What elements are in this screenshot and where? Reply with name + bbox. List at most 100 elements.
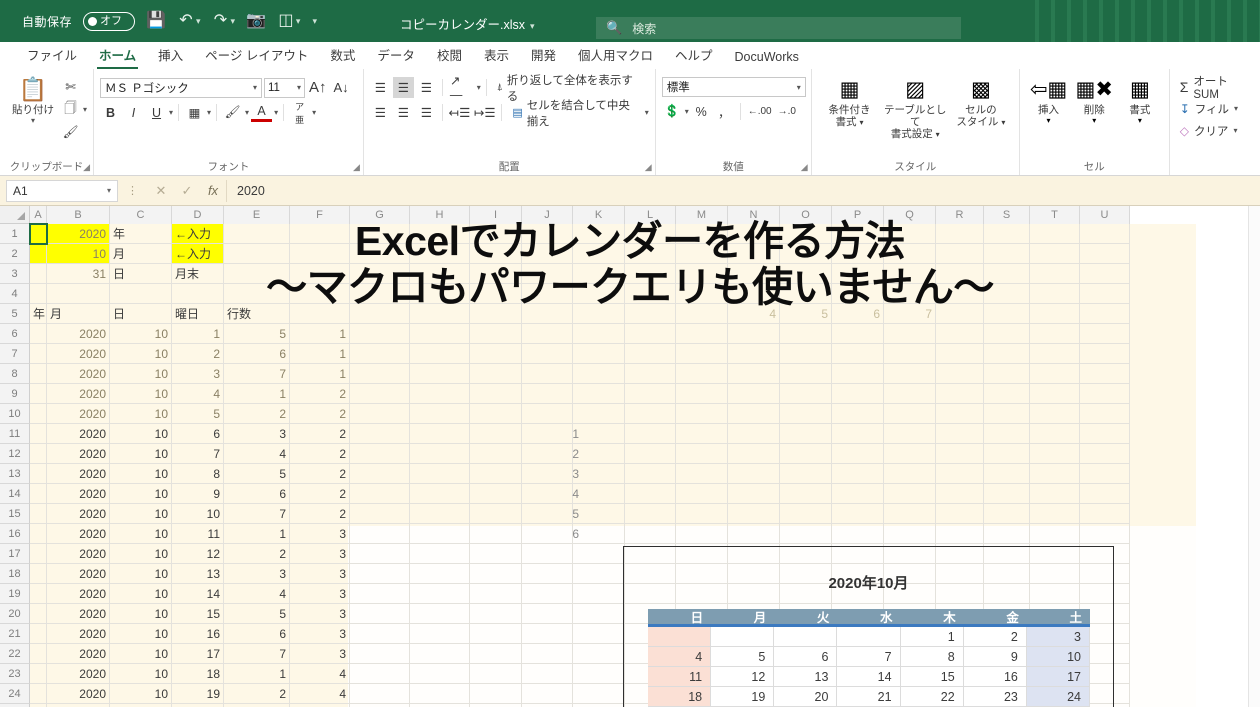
cell-empty[interactable] <box>522 684 573 704</box>
cell-weekday-header-6[interactable]: 6 <box>832 304 884 324</box>
cell-empty[interactable] <box>832 484 884 504</box>
tab-3[interactable]: ページ レイアウト <box>194 45 319 69</box>
cell-empty[interactable] <box>522 264 573 284</box>
cell-empty[interactable] <box>625 404 676 424</box>
calendar-date-cell[interactable]: 14 <box>837 667 901 687</box>
cell-empty[interactable] <box>350 324 410 344</box>
column-header-H[interactable]: H <box>410 206 470 224</box>
cell-empty[interactable] <box>470 324 522 344</box>
cell-empty[interactable] <box>936 444 984 464</box>
cell-year-r21[interactable]: 2020 <box>47 624 110 644</box>
cell-empty[interactable] <box>30 504 47 524</box>
cell-empty[interactable] <box>30 284 47 304</box>
cell-year-r8[interactable]: 2020 <box>47 364 110 384</box>
calendar-date-cell[interactable]: 6 <box>774 647 838 667</box>
clipboard-dialog-launcher[interactable]: ◢ <box>83 162 90 173</box>
cell-empty[interactable] <box>522 404 573 424</box>
cell-empty[interactable] <box>30 484 47 504</box>
format-cells-button[interactable]: ▦ 書式 ▾ <box>1117 76 1163 125</box>
cell-month-r21[interactable]: 10 <box>110 624 172 644</box>
cell-weekday-r11[interactable]: 3 <box>224 424 290 444</box>
align-center-button[interactable]: ☰ <box>393 102 414 123</box>
tab-11[interactable]: DocuWorks <box>724 50 810 69</box>
alignment-dialog-launcher[interactable]: ◢ <box>645 162 652 173</box>
cell-weekday-r22[interactable]: 7 <box>224 644 290 664</box>
cell-day-r13[interactable]: 8 <box>172 464 224 484</box>
cell-empty[interactable] <box>780 284 832 304</box>
search-input[interactable]: 🔍 検索 <box>596 17 961 39</box>
borders-dropdown-icon[interactable]: ▾ <box>207 108 211 117</box>
cell-month-r24[interactable]: 10 <box>110 684 172 704</box>
cell-week-r14[interactable]: 2 <box>290 484 350 504</box>
tab-10[interactable]: ヘルプ <box>664 45 724 69</box>
cell-empty[interactable] <box>30 644 47 664</box>
calendar-date-cell[interactable] <box>711 627 775 647</box>
cell-empty[interactable] <box>884 424 936 444</box>
cell-empty[interactable] <box>350 564 410 584</box>
cell-year-r9[interactable]: 2020 <box>47 384 110 404</box>
cell-week-r17[interactable]: 3 <box>290 544 350 564</box>
cell-week-r15[interactable]: 2 <box>290 504 350 524</box>
cell-empty[interactable] <box>625 304 676 324</box>
calendar-date-cell[interactable]: 16 <box>963 667 1027 687</box>
cell-empty[interactable] <box>1080 304 1130 324</box>
conditional-format-button[interactable]: ▦ 条件付き 書式 ▾ <box>818 76 882 129</box>
cell-year-r20[interactable]: 2020 <box>47 604 110 624</box>
cell-empty[interactable] <box>573 224 625 244</box>
cell-empty[interactable] <box>573 344 625 364</box>
cell-day-r22[interactable]: 17 <box>172 644 224 664</box>
cell-empty[interactable] <box>780 224 832 244</box>
calendar-date-cell[interactable]: 23 <box>963 687 1027 707</box>
indent-decrease-icon[interactable]: ↤☰ <box>448 102 471 123</box>
cell-empty[interactable] <box>936 264 984 284</box>
cell-empty[interactable] <box>350 344 410 364</box>
cell-empty[interactable] <box>410 244 470 264</box>
cell-B1-year-value[interactable]: 2020 <box>47 224 110 244</box>
cell-empty[interactable] <box>936 484 984 504</box>
cell-empty[interactable] <box>522 324 573 344</box>
cell-empty[interactable] <box>224 284 290 304</box>
cell-empty[interactable] <box>573 264 625 284</box>
cell-empty[interactable] <box>30 424 47 444</box>
cell-empty[interactable] <box>573 624 625 644</box>
cell-empty[interactable] <box>410 664 470 684</box>
cell-week-r23[interactable]: 4 <box>290 664 350 684</box>
cell-empty[interactable] <box>1030 344 1080 364</box>
cell-empty[interactable] <box>522 584 573 604</box>
cell-empty[interactable] <box>30 264 47 284</box>
chevron-down-icon[interactable]: ▾ <box>859 118 863 127</box>
cell-empty[interactable] <box>676 304 728 324</box>
cell-empty[interactable] <box>884 504 936 524</box>
cell-empty[interactable] <box>625 344 676 364</box>
cell-empty[interactable] <box>676 384 728 404</box>
calendar-date-cell[interactable]: 13 <box>774 667 838 687</box>
cell-empty[interactable] <box>522 344 573 364</box>
quick-access-more-icon[interactable]: ▾ <box>312 16 317 27</box>
cell-day-r14[interactable]: 9 <box>172 484 224 504</box>
cell-empty[interactable] <box>1030 484 1080 504</box>
number-dialog-launcher[interactable]: ◢ <box>801 162 808 173</box>
worksheet[interactable]: A B C D E F G H I J K L M N O P Q R S T U 1 2 3 4 5 6 7 8 9 10 11 12 13 14… <box>0 206 1260 707</box>
cell-empty[interactable] <box>780 404 832 424</box>
screenshot-icon[interactable]: 📷 <box>246 10 266 32</box>
row-header-14[interactable]: 14 <box>0 484 30 504</box>
cell-empty[interactable] <box>410 564 470 584</box>
cell-empty[interactable] <box>984 404 1030 424</box>
cell-empty[interactable] <box>1030 524 1080 544</box>
cell-empty[interactable] <box>1030 384 1080 404</box>
cell-empty[interactable] <box>350 404 410 424</box>
cell-D3-day-note[interactable]: 月末 <box>172 264 224 284</box>
cell-empty[interactable] <box>470 224 522 244</box>
cell-empty[interactable] <box>984 424 1030 444</box>
confirm-icon[interactable]: ✓ <box>174 183 200 199</box>
cell-empty[interactable] <box>884 364 936 384</box>
cell-month-r13[interactable]: 10 <box>110 464 172 484</box>
cell-empty[interactable] <box>1030 504 1080 524</box>
percent-style-button[interactable]: % <box>691 101 712 122</box>
paste-dropdown-icon[interactable]: ▾ <box>31 116 35 125</box>
tab-6[interactable]: 校閲 <box>426 45 473 69</box>
cell-week-r20[interactable]: 3 <box>290 604 350 624</box>
cell-weekday-header-4[interactable]: 4 <box>728 304 780 324</box>
cell-empty[interactable] <box>350 444 410 464</box>
cell-empty[interactable] <box>470 484 522 504</box>
